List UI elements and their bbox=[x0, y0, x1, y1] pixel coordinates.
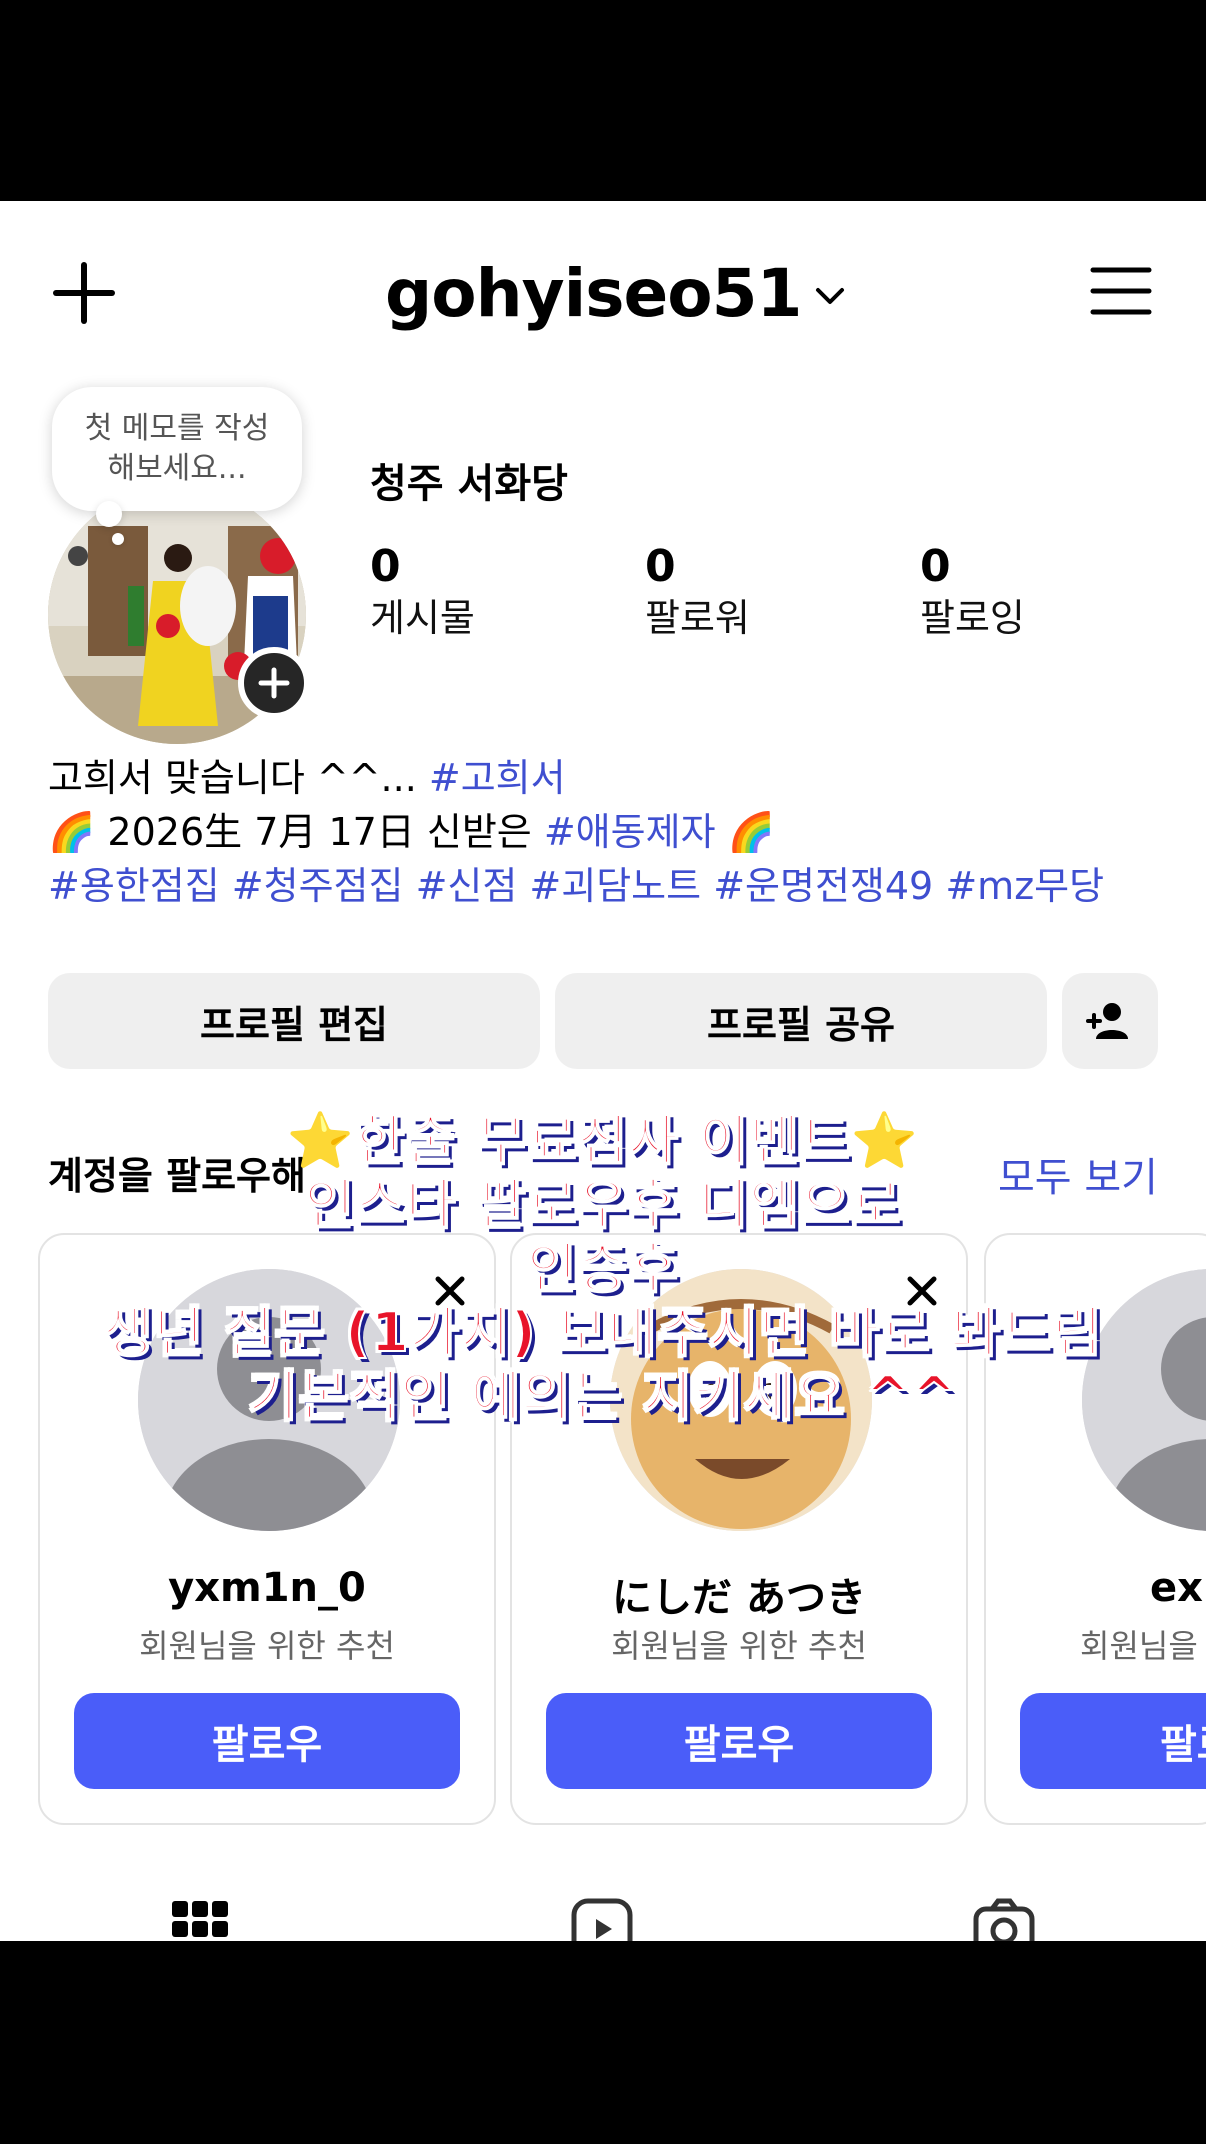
card-reason: 회원님을 bbox=[1080, 1627, 1198, 1665]
follow-button[interactable]: 팔로우 bbox=[74, 1693, 460, 1789]
hamburger-menu-icon[interactable] bbox=[1090, 265, 1152, 317]
bio-line-1: 고희서 맞습니다 ^^... #고희서 bbox=[48, 751, 1168, 805]
follow-label: 팔로 bbox=[1160, 1722, 1206, 1768]
account-switcher[interactable]: gohyiseo51 bbox=[385, 253, 845, 333]
overlay-line-4: 생년 질문 (1가지) 보내주시면 바로 봐드림 bbox=[102, 1300, 1103, 1365]
username-title: gohyiseo51 bbox=[385, 254, 802, 332]
share-profile-label: 프로필 공유 bbox=[706, 1002, 896, 1047]
stat-followers-count: 0 bbox=[645, 541, 676, 592]
promo-overlay-text: ⭐한줄 무료점사 이벤트⭐ 인스타 팔로우후 디엠으로 인증후 생년 질문 (1… bbox=[0, 1108, 1206, 1429]
stat-following-label: 팔로잉 bbox=[920, 596, 1025, 640]
bio-text: 고희서 맞습니다 ^^... bbox=[48, 756, 429, 800]
stat-posts-label: 게시물 bbox=[370, 596, 475, 640]
stat-posts-count: 0 bbox=[370, 541, 401, 592]
note-bubble-tail-small bbox=[112, 533, 124, 545]
display-name: 청주 서화당 bbox=[370, 461, 568, 507]
hashtag-link[interactable]: #고희서 bbox=[429, 756, 566, 800]
star-icon: ⭐ bbox=[850, 1109, 920, 1172]
note-bubble-tail bbox=[96, 501, 122, 527]
follow-label: 팔로우 bbox=[683, 1722, 795, 1768]
overlay-line-2: 인스타 팔로우후 디엠으로 bbox=[303, 1172, 902, 1237]
hashtag-link[interactable]: #청주점집 bbox=[232, 864, 404, 908]
plus-icon bbox=[258, 667, 290, 699]
grid-icon[interactable] bbox=[168, 1897, 232, 1941]
profile-bio: 고희서 맞습니다 ^^... #고희서 🌈 2026生 7月 17日 신받은 #… bbox=[48, 751, 1168, 913]
note-bubble[interactable]: 첫 메모를 작성 해보세요... bbox=[52, 387, 302, 511]
follow-button[interactable]: 팔로 bbox=[1020, 1693, 1206, 1789]
stat-following-count: 0 bbox=[920, 541, 951, 592]
hashtag-link[interactable]: #신점 bbox=[416, 864, 518, 908]
add-person-icon bbox=[1086, 1003, 1128, 1039]
discover-people-button[interactable] bbox=[1062, 973, 1158, 1069]
bio-text: 2026生 7月 17日 신받은 bbox=[95, 810, 544, 854]
stat-followers[interactable]: 0 팔로워 bbox=[645, 541, 750, 643]
hashtag-link[interactable]: #용한점집 bbox=[48, 864, 220, 908]
chevron-down-icon bbox=[816, 288, 845, 304]
hashtag-link[interactable]: #운명전쟁49 bbox=[713, 864, 933, 908]
stat-following[interactable]: 0 팔로잉 bbox=[920, 541, 1025, 643]
card-username[interactable]: exp bbox=[1150, 1565, 1206, 1611]
card-reason: 회원님을 위한 추천 bbox=[611, 1627, 867, 1665]
note-text: 첫 메모를 작성 해보세요... bbox=[84, 411, 270, 486]
share-profile-button[interactable]: 프로필 공유 bbox=[555, 973, 1047, 1069]
card-reason: 회원님을 위한 추천 bbox=[139, 1627, 395, 1665]
profile-screen: gohyiseo51 첫 메모를 작성 해보세요... 청주 서화당 0 게시물… bbox=[0, 201, 1206, 1941]
letterbox-bottom bbox=[0, 1941, 1206, 2144]
reels-icon[interactable] bbox=[570, 1897, 634, 1941]
overlay-line-1: ⭐한줄 무료점사 이벤트⭐ bbox=[286, 1108, 920, 1173]
follow-button[interactable]: 팔로우 bbox=[546, 1693, 932, 1789]
edit-profile-button[interactable]: 프로필 편집 bbox=[48, 973, 540, 1069]
add-story-button[interactable] bbox=[238, 647, 310, 719]
overlay-line-3: 인증후 bbox=[526, 1236, 680, 1301]
bio-line-2: 🌈 2026生 7月 17日 신받은 #애동제자 🌈 bbox=[48, 805, 1168, 859]
tagged-icon[interactable] bbox=[972, 1897, 1036, 1941]
stat-posts[interactable]: 0 게시물 bbox=[370, 541, 475, 643]
card-username[interactable]: yxm1n_0 bbox=[40, 1565, 494, 1611]
stat-followers-label: 팔로워 bbox=[645, 596, 750, 640]
follow-label: 팔로우 bbox=[211, 1722, 323, 1768]
hashtag-link[interactable]: #애동제자 bbox=[544, 810, 716, 854]
star-icon: ⭐ bbox=[286, 1109, 356, 1172]
overlay-line-5: 기본적인 예의는 지키세요 ^^ bbox=[247, 1364, 958, 1429]
rainbow-emoji: 🌈 bbox=[715, 810, 775, 854]
bio-line-3: #용한점집 #청주점집 #신점 #괴담노트 #운명전쟁49 #mz무당 bbox=[48, 859, 1168, 913]
plus-icon[interactable] bbox=[52, 261, 116, 325]
edit-profile-label: 프로필 편집 bbox=[199, 1002, 389, 1047]
card-username[interactable]: にしだ あつき bbox=[512, 1565, 966, 1623]
hashtag-link[interactable]: #괴담노트 bbox=[529, 864, 701, 908]
hashtag-link[interactable]: #mz무당 bbox=[945, 864, 1104, 908]
letterbox-top bbox=[0, 0, 1206, 201]
rainbow-emoji: 🌈 bbox=[48, 810, 96, 854]
